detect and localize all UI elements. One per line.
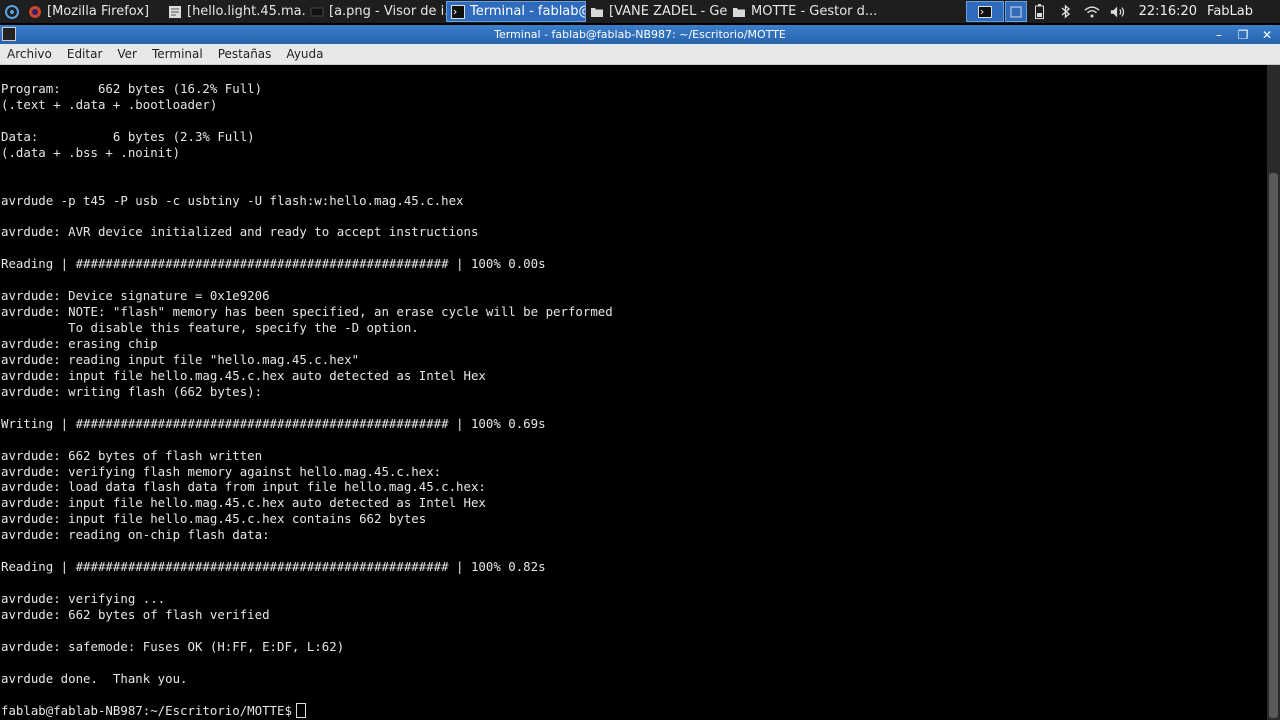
- terminal-cursor: [295, 702, 306, 718]
- terminal-line: avrdude: Device signature = 0x1e9206: [1, 288, 270, 304]
- taskbar-task-label: [Mozilla Firefox]: [47, 4, 150, 19]
- terminal-output[interactable]: Program: 662 bytes (16.2% Full) (.text + …: [0, 65, 1267, 720]
- terminal-line: avrdude: 662 bytes of flash written: [1, 447, 263, 463]
- taskbar-task[interactable]: MOTTE - Gestor d...: [728, 1, 878, 22]
- terminal-line: Reading | ##############################…: [1, 256, 546, 272]
- image-viewer-icon: [310, 5, 324, 19]
- terminal-line: avrdude: load data flash data from input…: [1, 479, 486, 495]
- text-editor-icon: [168, 5, 182, 19]
- terminal-line: avrdude: 662 bytes of flash verified: [1, 606, 270, 622]
- terminal-line: avrdude: AVR device initialized and read…: [1, 224, 479, 240]
- window-title: Terminal - fablab@fablab-NB987: ~/Escrit…: [494, 28, 786, 41]
- system-tray: 22:16:20 FabLab: [965, 0, 1280, 23]
- folder-icon: [732, 5, 746, 19]
- menu-archivo[interactable]: Archivo: [0, 47, 60, 61]
- menu-ayuda[interactable]: Ayuda: [279, 47, 331, 61]
- clock[interactable]: 22:16:20: [1139, 4, 1197, 19]
- terminal-line: avrdude: erasing chip: [1, 336, 158, 351]
- terminal-line: avrdude: reading on-chip flash data:: [1, 527, 270, 543]
- close-icon[interactable]: ✕: [1260, 28, 1274, 42]
- taskbar-task[interactable]: Terminal - fablab@...: [446, 1, 586, 22]
- battery-icon[interactable]: [1032, 4, 1048, 20]
- terminal-line: avrdude: input file hello.mag.45.c.hex a…: [1, 495, 486, 511]
- terminal-line: (.data + .bss + .noinit): [1, 144, 181, 160]
- terminal-line: avrdude: verifying flash memory against …: [1, 463, 442, 479]
- taskbar: [Mozilla Firefox] [hello.light.45.ma... [a…: [0, 0, 1280, 23]
- terminal-line: Data: 6 bytes (2.3% Full): [1, 128, 255, 144]
- terminal-line: avrdude: writing flash (662 bytes):: [1, 383, 263, 399]
- folder-icon: [590, 5, 604, 19]
- terminal-line: avrdude: input file hello.mag.45.c.hex c…: [1, 511, 427, 527]
- terminal-line: avrdude: safemode: Fuses OK (H:FF, E:DF,…: [1, 638, 345, 654]
- bluetooth-icon[interactable]: [1058, 4, 1074, 20]
- user-name[interactable]: FabLab: [1207, 4, 1253, 19]
- menu-ver[interactable]: Ver: [110, 47, 145, 61]
- terminal-line: avrdude: NOTE: "flash" memory has been s…: [1, 304, 613, 320]
- terminal-scrollbar[interactable]: [1267, 65, 1280, 720]
- terminal-prompt-line[interactable]: fablab@fablab-NB987:~/Escritorio/MOTTE$: [1, 702, 613, 719]
- terminal-window-icon[interactable]: [2, 27, 16, 41]
- show-desktop-icon[interactable]: [1004, 1, 1027, 22]
- terminal-line: Program: 662 bytes (16.2% Full): [1, 81, 263, 96]
- app-menu-icon[interactable]: [0, 0, 24, 23]
- volume-icon[interactable]: [1110, 4, 1126, 20]
- taskbar-task-label: Terminal - fablab@...: [470, 4, 585, 19]
- terminal-line: Writing | ##############################…: [1, 415, 546, 431]
- terminal-line: Reading | ##############################…: [1, 559, 546, 575]
- menu-pestañas[interactable]: Pestañas: [211, 47, 280, 61]
- terminal-line: avrdude: input file hello.mag.45.c.hex a…: [1, 367, 486, 383]
- wifi-icon[interactable]: [1084, 4, 1100, 20]
- terminal-launcher-icon[interactable]: [965, 1, 1004, 22]
- taskbar-task-label: [VANE ZADEL - Ges...: [609, 4, 728, 19]
- scrollbar-thumb[interactable]: [1269, 173, 1278, 718]
- terminal-line: To disable this feature, specify the -D …: [1, 320, 419, 336]
- taskbar-task-label: [a.png - Visor de i...: [329, 4, 446, 19]
- taskbar-task-label: [hello.light.45.ma...: [187, 4, 306, 19]
- window-titlebar[interactable]: Terminal - fablab@fablab-NB987: ~/Escrit…: [0, 25, 1280, 44]
- firefox-icon: [28, 5, 42, 19]
- taskbar-task-label: MOTTE - Gestor d...: [751, 4, 878, 19]
- taskbar-task[interactable]: [VANE ZADEL - Ges...: [586, 1, 728, 22]
- taskbar-task[interactable]: [Mozilla Firefox]: [24, 1, 164, 22]
- terminal-line: (.text + .data + .bootloader): [1, 96, 218, 112]
- terminal-prompt: fablab@fablab-NB987:~/Escritorio/MOTTE$: [1, 702, 292, 718]
- terminal-icon: [451, 4, 465, 19]
- maximize-icon[interactable]: ❐: [1236, 28, 1250, 42]
- minimize-icon[interactable]: –: [1212, 28, 1226, 42]
- menu-editar[interactable]: Editar: [60, 47, 111, 61]
- terminal-line: avrdude done. Thank you.: [1, 670, 188, 686]
- terminal-line: avrdude: verifying ...: [1, 591, 166, 606]
- menu-terminal[interactable]: Terminal: [145, 47, 211, 61]
- taskbar-task[interactable]: [a.png - Visor de i...: [306, 1, 446, 22]
- terminal-line: avrdude -p t45 -P usb -c usbtiny -U flas…: [1, 192, 464, 208]
- terminal-line: avrdude: reading input file "hello.mag.4…: [1, 351, 360, 367]
- menubar: Archivo Editar Ver Terminal Pestañas Ayuda: [0, 44, 1280, 65]
- taskbar-task[interactable]: [hello.light.45.ma...: [164, 1, 306, 22]
